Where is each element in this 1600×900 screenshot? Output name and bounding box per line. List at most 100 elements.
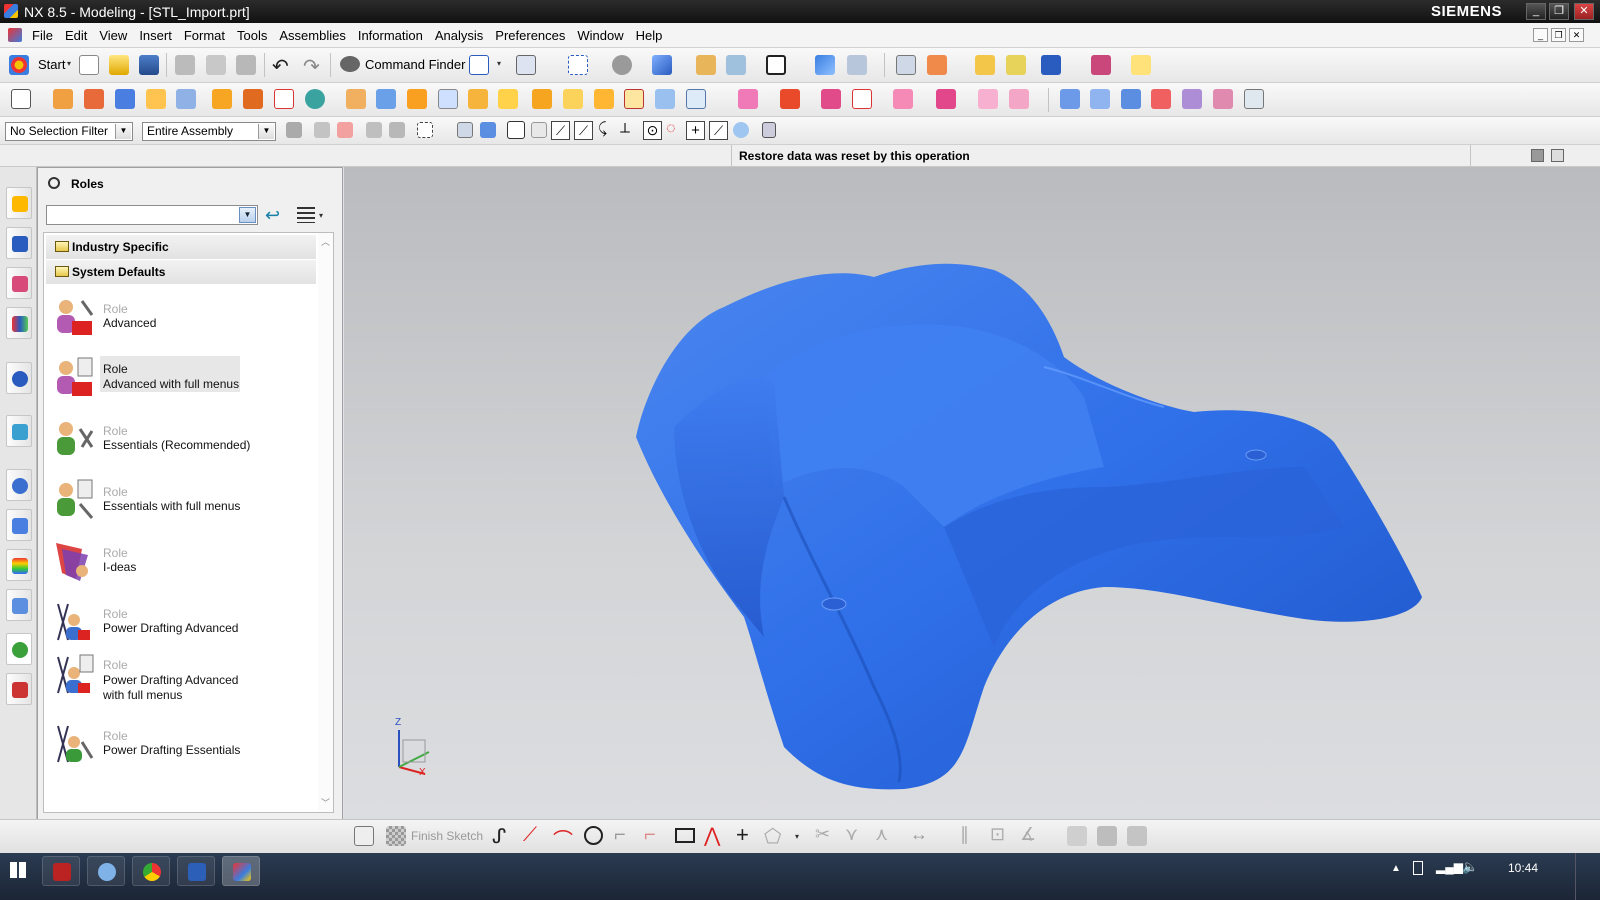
sketch-icon[interactable] <box>11 89 31 109</box>
corner-icon[interactable]: ⋏ <box>875 824 888 845</box>
replace-face-icon[interactable] <box>852 89 872 109</box>
thicken-icon[interactable] <box>655 89 675 109</box>
back-arrow-icon[interactable]: ↩ <box>265 205 280 226</box>
start-button[interactable]: Start <box>38 57 65 72</box>
reports-tab[interactable] <box>6 673 32 705</box>
finish-sketch-button[interactable]: Finish Sketch <box>411 829 483 843</box>
intersection-icon[interactable]: + <box>686 121 705 140</box>
point-constructor-icon[interactable] <box>733 122 749 138</box>
swept-icon[interactable] <box>1151 89 1171 109</box>
command-finder-icon[interactable] <box>340 56 360 72</box>
sync-offset-icon[interactable] <box>780 89 800 109</box>
scroll-up-icon[interactable]: ︿ <box>321 235 330 248</box>
move-object-icon[interactable] <box>927 55 947 75</box>
dimension-icon[interactable]: ↔ <box>910 824 928 845</box>
extend-icon[interactable]: ⋎ <box>845 824 858 845</box>
part-navigator-tab[interactable] <box>6 267 32 299</box>
word-icon[interactable] <box>177 856 215 886</box>
deselect-icon[interactable] <box>389 122 405 138</box>
zoom-icon[interactable] <box>568 55 588 75</box>
line-snap-icon[interactable]: ⟋ <box>551 121 570 140</box>
minimize-button[interactable]: _ <box>1526 3 1546 20</box>
studio-surface-icon[interactable] <box>1182 89 1202 109</box>
constraint-navigator-tab[interactable] <box>6 227 32 259</box>
select-solid-icon[interactable] <box>480 122 496 138</box>
inferred-constraints-icon[interactable] <box>1127 826 1147 846</box>
command-finder-button[interactable]: Command Finder <box>365 57 465 72</box>
auto-constrain-icon[interactable]: ⊡ <box>990 824 1005 845</box>
point-sketch-icon[interactable]: + <box>736 822 749 848</box>
history-tab[interactable] <box>6 469 32 501</box>
control-point-icon[interactable]: ⟋ <box>574 121 593 140</box>
graphics-window[interactable]: Z X <box>344 167 1600 819</box>
subtract-icon[interactable] <box>346 89 366 109</box>
status-restore-icon[interactable] <box>1551 149 1564 162</box>
ruled-icon[interactable] <box>1121 89 1141 109</box>
revolve-icon[interactable] <box>84 89 104 109</box>
restore-button[interactable]: ❐ <box>1549 3 1569 20</box>
redo-icon[interactable]: ↷ <box>303 54 320 79</box>
shaded-icon[interactable] <box>652 55 672 75</box>
clipboard-icon[interactable] <box>762 122 776 138</box>
ruler-icon[interactable] <box>1131 55 1151 75</box>
shell-icon[interactable] <box>468 89 488 109</box>
role-power-drafting-essentials[interactable]: Role Power Drafting Essentials <box>44 720 314 768</box>
chamfer-sketch-icon[interactable]: ⌐ <box>644 824 656 847</box>
taskbar-app-1[interactable] <box>42 856 80 886</box>
split-body-icon[interactable] <box>594 89 614 109</box>
list-scrollbar[interactable]: ︿ ﹀ <box>318 233 333 812</box>
show-constraints-icon[interactable]: ∡ <box>1020 824 1036 845</box>
view-dropdown-icon[interactable]: ▾ <box>497 59 504 68</box>
select-body-icon[interactable] <box>457 122 473 138</box>
paste-icon[interactable] <box>236 55 256 75</box>
make-coplanar-icon[interactable] <box>978 89 998 109</box>
snap-midpoint-icon[interactable] <box>531 122 547 138</box>
bounded-plane-icon[interactable] <box>1213 89 1233 109</box>
stl-model[interactable] <box>344 167 1600 819</box>
reuse-library-tab[interactable] <box>6 307 32 339</box>
wcs-icon[interactable] <box>815 55 835 75</box>
taskbar-app-2[interactable] <box>87 856 125 886</box>
alternate-solution-icon[interactable] <box>1097 826 1117 846</box>
profile-icon[interactable]: ᔑ <box>492 824 506 849</box>
select-all-icon[interactable] <box>366 122 382 138</box>
block-icon[interactable] <box>115 89 135 109</box>
orient-view-icon[interactable] <box>726 55 746 75</box>
doc-close-icon[interactable]: ✕ <box>1569 28 1584 42</box>
roles-tab[interactable] <box>6 633 32 665</box>
intersect-icon[interactable] <box>376 89 396 109</box>
app-menu-icon[interactable] <box>8 28 22 42</box>
menu-insert[interactable]: Insert <box>133 28 178 43</box>
volume-icon[interactable]: 🔈 <box>1462 859 1478 875</box>
view-dropdown-icon[interactable]: ▾ <box>319 211 326 220</box>
mirror-icon[interactable] <box>624 89 644 109</box>
snap-endpoint-icon[interactable] <box>507 121 525 139</box>
rotate-icon[interactable] <box>612 55 632 75</box>
menu-preferences[interactable]: Preferences <box>489 28 571 43</box>
surface-options-icon[interactable] <box>1244 89 1264 109</box>
render-style-icon[interactable] <box>696 55 716 75</box>
network-icon[interactable]: ▂▄▆ <box>1436 860 1463 874</box>
fit-view-icon[interactable] <box>469 55 489 75</box>
surface-icon[interactable] <box>1060 89 1080 109</box>
start-icon[interactable] <box>9 55 29 75</box>
sync-move-icon[interactable] <box>738 89 758 109</box>
offset-face-icon[interactable] <box>532 89 552 109</box>
point-on-curve-icon[interactable]: ⟋ <box>709 121 728 140</box>
trim-body-icon[interactable] <box>563 89 583 109</box>
show-desktop-button[interactable] <box>1575 853 1600 900</box>
role-ideas[interactable]: Role I-deas <box>44 537 314 585</box>
sketch-task-icon[interactable] <box>354 826 374 846</box>
save-icon[interactable] <box>139 55 159 75</box>
process-studio-tab[interactable] <box>6 589 32 621</box>
role-power-drafting-advanced-full[interactable]: Role Power Drafting Advanced with full m… <box>44 651 314 713</box>
pattern-face-icon[interactable] <box>936 89 956 109</box>
boss-icon[interactable] <box>176 89 196 109</box>
arc-icon[interactable]: ⌒ <box>553 824 573 853</box>
delete-face-icon[interactable] <box>821 89 841 109</box>
selection-filter-dropdown[interactable]: No Selection Filter ▼ <box>5 122 133 141</box>
line-icon[interactable]: ⟋ <box>523 824 537 847</box>
group-system-defaults[interactable]: System Defaults <box>46 260 316 284</box>
unite-icon[interactable] <box>305 89 325 109</box>
nx-taskbar-icon[interactable] <box>222 856 260 886</box>
